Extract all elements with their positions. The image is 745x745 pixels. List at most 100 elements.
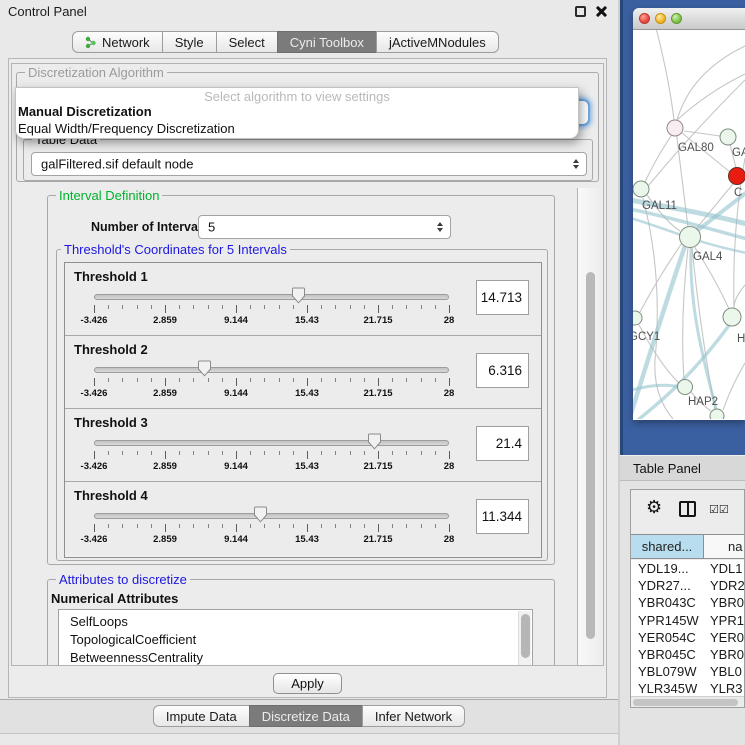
slider-ticks bbox=[94, 524, 449, 532]
table-row[interactable]: YLR345WYLR3 bbox=[631, 680, 745, 697]
mac-close-icon[interactable] bbox=[639, 13, 650, 24]
network-node-node-partial[interactable] bbox=[710, 409, 724, 419]
list-scrollbar-thumb[interactable] bbox=[521, 614, 530, 658]
slider-handle[interactable] bbox=[253, 506, 268, 523]
slider-handle[interactable] bbox=[197, 360, 212, 377]
tick-mark bbox=[421, 305, 422, 309]
cell-name: YLR3 bbox=[704, 680, 743, 697]
table-data-combobox[interactable]: galFiltered.sif default node bbox=[31, 152, 587, 176]
tab-network[interactable]: Network bbox=[72, 31, 163, 53]
slider-track[interactable] bbox=[94, 513, 449, 519]
algorithm-options: Manual DiscretizationEqual Width/Frequen… bbox=[16, 103, 578, 137]
table-row[interactable]: YPR145WYPR1 bbox=[631, 612, 745, 629]
tab-jactivemnodules[interactable]: jActiveMNodules bbox=[376, 31, 499, 53]
tick-mark bbox=[307, 305, 308, 313]
threshold-panel-3: Threshold 3-3.4262.8599.14415.4321.71528… bbox=[65, 409, 541, 482]
threshold-value-field[interactable]: 14.713 bbox=[476, 280, 529, 315]
attribute-item-topologicalcoefficient[interactable]: TopologicalCoefficient bbox=[59, 631, 532, 649]
column-header-name[interactable]: na bbox=[704, 535, 745, 558]
panel-scrollbar[interactable] bbox=[577, 188, 604, 666]
network-window-titlebar bbox=[633, 8, 745, 30]
tick-mark bbox=[449, 524, 450, 532]
apply-button[interactable]: Apply bbox=[273, 673, 342, 694]
node-table: ⚙ ☑☑ shared... na YDL19...YDL1YDR27...YD… bbox=[630, 489, 745, 708]
attribute-item-betweennesscentrality[interactable]: BetweennessCentrality bbox=[59, 649, 532, 666]
tick-mark bbox=[335, 378, 336, 382]
network-node-ha[interactable] bbox=[723, 308, 741, 326]
tab-infer-network[interactable]: Infer Network bbox=[362, 705, 465, 727]
table-row[interactable]: YBL079WYBL0 bbox=[631, 663, 745, 680]
column-header-shared-name[interactable]: shared... bbox=[631, 535, 704, 558]
list-scrollbar[interactable] bbox=[518, 611, 531, 666]
tab-cyni-toolbox[interactable]: Cyni Toolbox bbox=[277, 31, 377, 53]
attributes-group-label: Attributes to discretize bbox=[56, 572, 190, 587]
tab-select[interactable]: Select bbox=[216, 31, 278, 53]
tick-mark bbox=[137, 451, 138, 455]
table-row[interactable]: YDL19...YDL1 bbox=[631, 560, 745, 577]
slider-handle[interactable] bbox=[367, 433, 382, 450]
tick-mark bbox=[208, 451, 209, 455]
table-row[interactable]: YER054CYER0 bbox=[631, 629, 745, 646]
tab-discretize-data[interactable]: Discretize Data bbox=[249, 705, 363, 727]
cell-shared-name: YLR345W bbox=[631, 680, 704, 697]
menu-item-equal-width-frequency-discretization[interactable]: Equal Width/Frequency Discretization bbox=[16, 120, 578, 137]
network-node-label: GCY1 bbox=[633, 331, 660, 343]
tick-mark bbox=[279, 524, 280, 528]
checkboxes-icon[interactable]: ☑☑ bbox=[709, 503, 729, 516]
tick-mark bbox=[392, 305, 393, 309]
tick-mark bbox=[193, 524, 194, 528]
table-toolbar: ⚙ ☑☑ bbox=[631, 490, 744, 534]
network-node-label: HA bbox=[737, 333, 745, 345]
tick-mark bbox=[122, 378, 123, 382]
network-canvas[interactable]: GAL80GACGAL11GAL4GCY1HAHAP2 bbox=[633, 30, 745, 419]
slider-tick-labels: -3.4262.8599.14415.4321.71528 bbox=[94, 315, 449, 326]
slider-ticks bbox=[94, 451, 449, 459]
table-hscrollbar[interactable] bbox=[631, 696, 744, 707]
table-row[interactable]: YBR045CYBR0 bbox=[631, 646, 745, 663]
threshold-value-field[interactable]: 11.344 bbox=[476, 499, 529, 534]
tab-label: Discretize Data bbox=[262, 709, 350, 724]
slider-track[interactable] bbox=[94, 367, 449, 373]
tab-impute-data[interactable]: Impute Data bbox=[153, 705, 250, 727]
slider-track[interactable] bbox=[94, 294, 449, 300]
combo-arrows-icon bbox=[573, 159, 579, 169]
table-hscrollbar-thumb[interactable] bbox=[633, 699, 738, 706]
tab-style[interactable]: Style bbox=[162, 31, 217, 53]
table-row[interactable]: YBR043CYBR0 bbox=[631, 594, 745, 611]
network-node-ga[interactable] bbox=[720, 129, 736, 145]
tick-mark bbox=[208, 524, 209, 528]
network-node-gcy1[interactable] bbox=[633, 311, 642, 325]
network-node-hap2[interactable] bbox=[678, 380, 693, 395]
number-of-intervals-combobox[interactable]: 5 bbox=[198, 215, 451, 239]
gear-icon[interactable]: ⚙ bbox=[646, 497, 662, 518]
tick-mark bbox=[350, 451, 351, 455]
network-node-gal4[interactable] bbox=[680, 227, 701, 248]
close-icon[interactable] bbox=[595, 5, 608, 18]
mac-minimize-icon[interactable] bbox=[655, 13, 666, 24]
tick-label: 15.43 bbox=[295, 315, 319, 326]
network-node-c[interactable] bbox=[729, 168, 745, 185]
tick-mark bbox=[307, 451, 308, 459]
float-window-icon[interactable] bbox=[575, 6, 586, 17]
attribute-item-selfloops[interactable]: SelfLoops bbox=[59, 613, 532, 631]
algorithm-dropdown-popup: Select algorithm to view settings Manual… bbox=[15, 87, 579, 139]
table-row[interactable]: YDR27...YDR2 bbox=[631, 577, 745, 594]
menu-item-manual-discretization[interactable]: Manual Discretization bbox=[16, 103, 578, 120]
tab-label: Infer Network bbox=[375, 709, 452, 724]
network-graph[interactable]: GAL80GACGAL11GAL4GCY1HAHAP2 bbox=[633, 30, 745, 419]
network-node-gal80[interactable] bbox=[667, 120, 683, 136]
tick-label: 2.859 bbox=[153, 461, 177, 472]
threshold-label: Threshold 1 bbox=[74, 269, 148, 284]
tick-mark bbox=[193, 378, 194, 382]
threshold-value-field[interactable]: 6.316 bbox=[476, 353, 529, 388]
columns-icon[interactable] bbox=[679, 501, 696, 517]
tick-label: 21.715 bbox=[363, 388, 392, 399]
table-panel-titlebar: Table Panel bbox=[620, 455, 745, 481]
slider-handle[interactable] bbox=[291, 287, 306, 304]
slider-track[interactable] bbox=[94, 440, 449, 446]
tick-mark bbox=[165, 524, 166, 532]
panel-scrollbar-thumb[interactable] bbox=[586, 272, 595, 639]
mac-zoom-icon[interactable] bbox=[671, 13, 682, 24]
network-node-gal11[interactable] bbox=[633, 181, 649, 197]
threshold-value-field[interactable]: 21.4 bbox=[476, 426, 529, 461]
